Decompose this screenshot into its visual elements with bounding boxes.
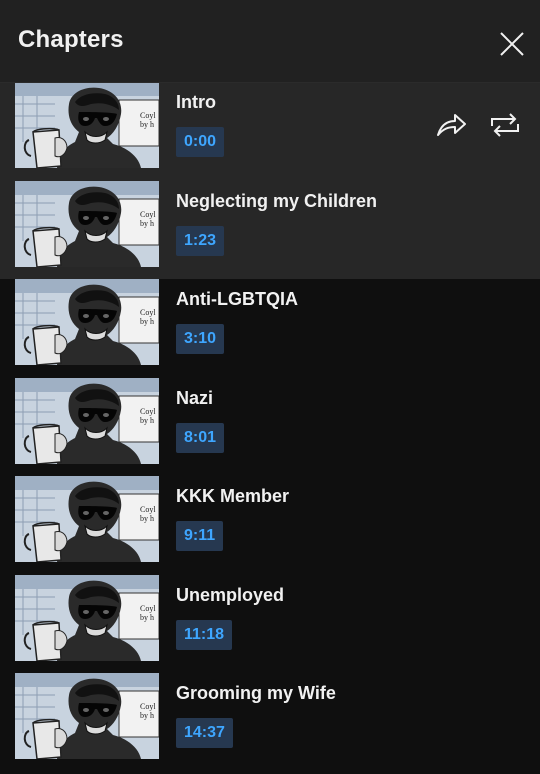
svg-text:Coyl: Coyl (140, 604, 156, 613)
svg-text:Coyl: Coyl (140, 505, 156, 514)
chapter-timestamp[interactable]: 8:01 (176, 422, 225, 453)
chapter-timestamp[interactable]: 0:00 (176, 127, 225, 157)
chapter-title: Grooming my Wife (176, 683, 336, 703)
chapter-timestamp[interactable]: 11:18 (176, 619, 233, 650)
chapter-thumbnail: Coyl by h (15, 180, 159, 267)
svg-text:by h: by h (140, 711, 154, 720)
loop-icon (491, 113, 519, 137)
svg-text:Coyl: Coyl (140, 210, 156, 219)
chapter-thumbnail: Coyl by h (15, 377, 159, 464)
svg-text:Coyl: Coyl (140, 308, 156, 317)
chapter-thumbnail: Coyl by h (15, 82, 159, 168)
chapter-timestamp[interactable]: 14:37 (176, 718, 233, 748)
chapters-header: Chapters (0, 0, 540, 83)
thumbnail-illustration: Coylby h (15, 673, 159, 759)
thumbnail-illustration: Coylby h (15, 180, 159, 267)
chapter-timestamp[interactable]: 1:23 (176, 225, 225, 256)
loop-button[interactable] (488, 110, 522, 140)
chapter-item[interactable]: Coyl by h Neglecting my Children 1:23 (0, 180, 540, 279)
thumbnail-illustration: Coylby h (15, 279, 159, 365)
chapter-thumbnail: Coyl by h (15, 279, 159, 365)
thumbnail-illustration: Coylby h (15, 377, 159, 464)
thumbnail-illustration: Coylby h (15, 82, 159, 168)
chapter-title: Unemployed (176, 584, 285, 605)
chapter-title: Intro (176, 92, 216, 112)
chapter-title: KKK Member (176, 486, 290, 506)
chapter-item[interactable]: Coyl by h Grooming my Wife 14:37 (0, 673, 540, 772)
chapter-item[interactable]: Coyl by h Anti-LGBTQIA 3:10 (0, 279, 540, 378)
chapter-timestamp[interactable]: 3:10 (176, 324, 225, 354)
svg-text:Coyl: Coyl (140, 407, 156, 416)
svg-text:by h: by h (140, 120, 154, 129)
chapter-item[interactable]: Coyl by h Intro 0:00 (0, 82, 540, 181)
chapter-title: Nazi (176, 387, 214, 408)
close-button[interactable] (496, 28, 528, 60)
chapter-title: Neglecting my Children (176, 190, 378, 211)
svg-text:by h: by h (140, 219, 154, 228)
close-icon (500, 32, 524, 56)
thumbnail-illustration: Coylby h (15, 574, 159, 661)
thumbnail-illustration: Coylby h (15, 476, 159, 562)
share-icon (437, 114, 466, 136)
panel-title: Chapters (18, 26, 124, 53)
chapter-item[interactable]: Coyl by h KKK Member 9:11 (0, 476, 540, 575)
share-button[interactable] (434, 110, 468, 140)
svg-text:Coyl: Coyl (140, 702, 156, 711)
svg-text:by h: by h (140, 317, 154, 326)
chapter-thumbnail: Coyl by h (15, 476, 159, 562)
chapter-thumbnail: Coyl by h (15, 574, 159, 661)
svg-text:by h: by h (140, 613, 154, 622)
svg-text:by h: by h (140, 514, 154, 523)
chapter-title: Anti-LGBTQIA (176, 289, 298, 309)
chapter-thumbnail: Coyl by h (15, 673, 159, 759)
svg-text:by h: by h (140, 416, 154, 425)
chapter-item[interactable]: Coyl by h Nazi 8:01 (0, 377, 540, 477)
chapter-timestamp[interactable]: 9:11 (176, 521, 224, 551)
svg-text:Coyl: Coyl (140, 111, 156, 120)
chapter-list: Coyl by h Intro 0:00 Coyl by h Neglecting … (0, 82, 540, 772)
chapter-item[interactable]: Coyl by h Unemployed 11:18 (0, 574, 540, 674)
chapters-panel: Chapters Coyl by h Intro 0:00 Coyl by h … (0, 0, 540, 774)
